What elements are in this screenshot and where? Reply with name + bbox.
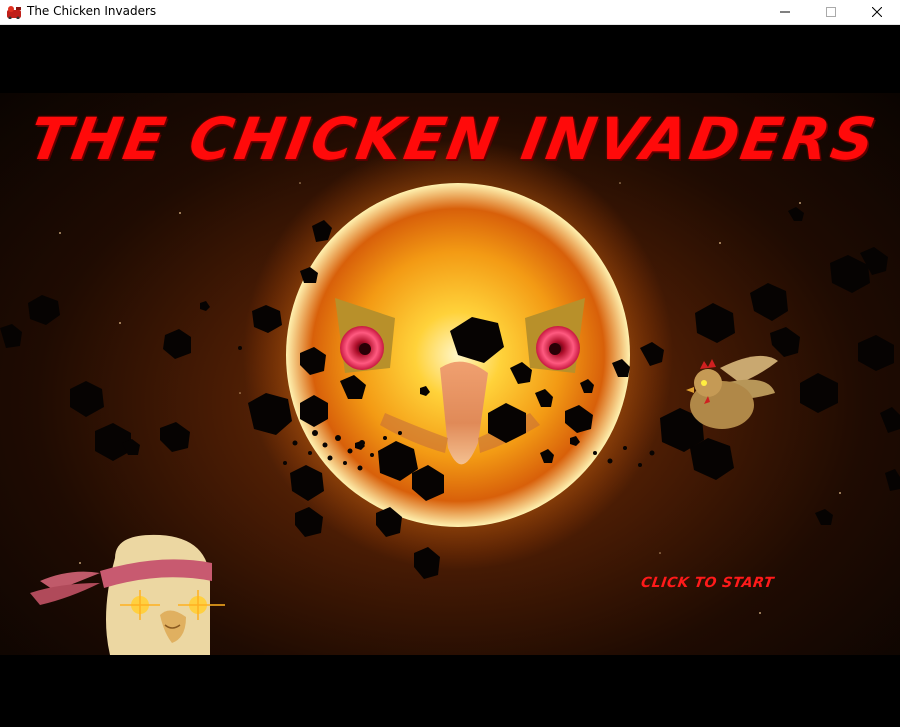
window-title: The Chicken Invaders (27, 4, 157, 18)
maximize-button[interactable] (808, 0, 854, 24)
minimize-button[interactable] (762, 0, 808, 24)
close-button[interactable] (854, 0, 900, 24)
maximize-icon (826, 7, 836, 17)
flying-chicken (686, 355, 778, 429)
window-titlebar[interactable]: The Chicken Invaders (0, 0, 900, 25)
headband-chicken-hero (30, 534, 225, 655)
minimize-icon (780, 11, 790, 13)
close-icon (872, 7, 882, 17)
title-screen[interactable]: THE CHICKEN INVADERS CLICK TO START (0, 93, 900, 655)
scene-artwork (0, 140, 900, 655)
chicken-app-icon (6, 5, 22, 20)
game-title: THE CHICKEN INVADERS (24, 105, 883, 173)
click-to-start-button[interactable]: CLICK TO START (630, 575, 783, 597)
game-canvas[interactable]: THE CHICKEN INVADERS CLICK TO START (0, 25, 900, 727)
